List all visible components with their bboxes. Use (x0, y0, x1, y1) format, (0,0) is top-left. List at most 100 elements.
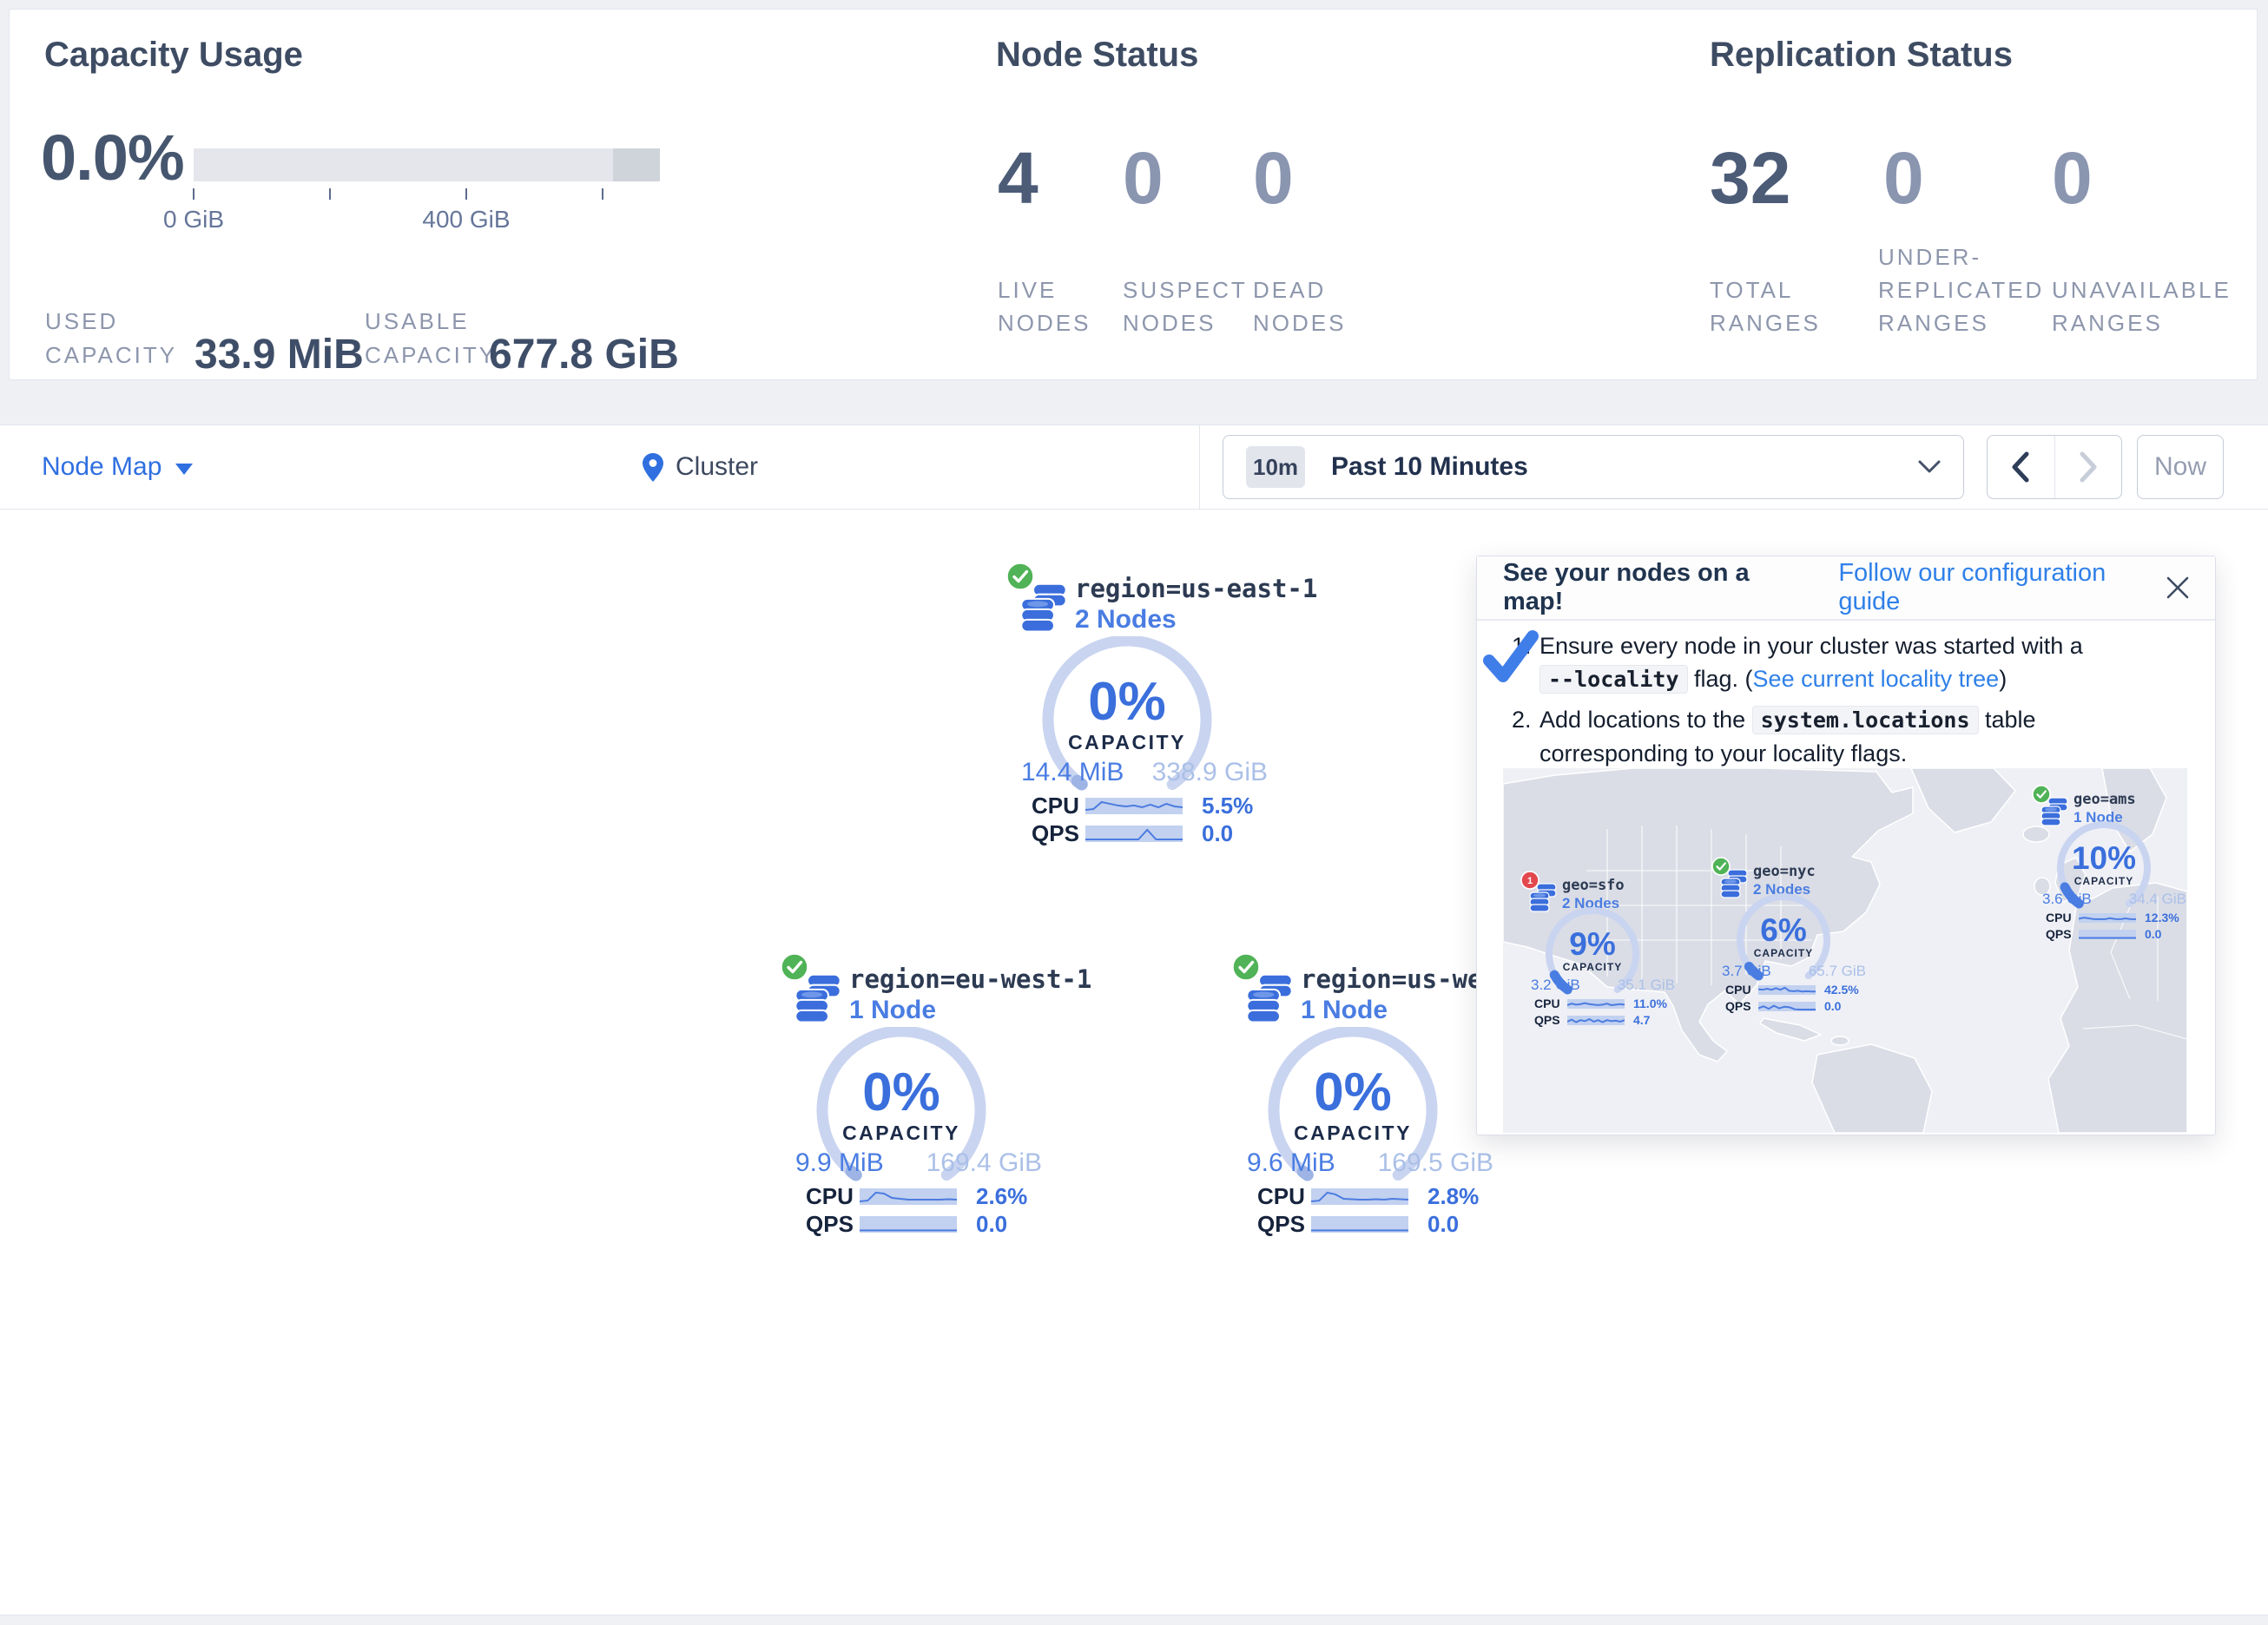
capacity-percent: 10% (2049, 840, 2159, 877)
page-footer-strip (0, 1615, 2268, 1625)
capacity-usage-title: Capacity Usage (44, 36, 303, 75)
close-icon (2166, 576, 2189, 599)
cpu-label: CPU (1534, 997, 1567, 1010)
time-range-label: Past 10 Minutes (1331, 452, 1528, 482)
map-pin-icon (643, 453, 663, 482)
capacity-axis-tick (193, 188, 194, 200)
node-region-label: region=us-east-1 (1075, 574, 1317, 603)
qps-sparkline (860, 1216, 957, 1233)
node-count-link[interactable]: 1 Node (849, 996, 936, 1025)
cpu-value: 2.8% (1427, 1183, 1479, 1210)
used-capacity-value: 3.6 GiB (2042, 891, 2092, 908)
inline-code: --locality (1539, 665, 1688, 694)
qps-sparkline (1758, 1002, 1816, 1011)
configuration-guide-link[interactable]: Follow our configuration guide (1838, 559, 2166, 616)
cpu-sparkline (1758, 985, 1816, 995)
previous-interval-button[interactable] (1988, 436, 2054, 498)
used-capacity-value: 3.7 GiB (1722, 963, 1771, 980)
qps-label: QPS (1257, 1211, 1311, 1238)
qps-label: QPS (1534, 1013, 1567, 1027)
cpu-label: CPU (1257, 1183, 1311, 1210)
used-capacity-label: USED CAPACITY (45, 305, 197, 372)
region-node-card: region=us-east-1 2 Nodes 0% CAPACITY 14.… (999, 560, 1302, 851)
database-icon (1245, 973, 1294, 1025)
capacity-percent: 0% (1256, 1062, 1450, 1123)
region-node-card: 1 geo=sfo 2 Nodes 9% CAPACITY 3.2 GiB 35… (1519, 871, 1692, 1036)
step-done-check-icon (1480, 629, 1543, 687)
chevron-down-icon (1918, 460, 1941, 474)
capacity-axis-label-400: 400 GiB (397, 206, 536, 234)
region-node-card: geo=ams 1 Node 10% CAPACITY 3.6 GiB 34.4… (2030, 785, 2204, 950)
qps-label: QPS (806, 1211, 860, 1238)
qps-sparkline (1085, 826, 1183, 842)
capacity-percent: 6% (1729, 912, 1838, 949)
breadcrumb[interactable]: Cluster (643, 425, 758, 509)
total-capacity-value: 34.4 GiB (2129, 891, 2186, 908)
qps-sparkline (2079, 930, 2136, 939)
capacity-caption: CAPACITY (804, 1122, 999, 1145)
configuration-steps: 1.Ensure every node in your cluster was … (1477, 629, 2215, 777)
node-status-title: Node Status (996, 36, 1198, 75)
total-capacity-value: 65.7 GiB (1809, 963, 1866, 980)
qps-sparkline (1311, 1216, 1408, 1233)
used-capacity-value: 33.9 MiB (194, 331, 364, 378)
qps-value: 0.0 (1427, 1211, 1459, 1238)
database-icon (794, 973, 842, 1025)
total-capacity-value: 169.4 GiB (926, 1148, 1042, 1178)
inline-code: system.locations (1752, 706, 1979, 734)
qps-label: QPS (1032, 820, 1085, 847)
time-range-dropdown[interactable]: 10m Past 10 Minutes (1223, 435, 1964, 499)
live-nodes-value: 4 (998, 136, 1038, 220)
node-count-link[interactable]: 2 Nodes (1075, 605, 1177, 635)
step-text: Ensure every node in your cluster was st… (1539, 633, 2083, 659)
unavailable-ranges-value: 0 (2052, 136, 2093, 220)
next-interval-button[interactable] (2054, 436, 2122, 498)
live-nodes-label: LIVENODES (998, 273, 1091, 339)
cpu-sparkline (1311, 1188, 1408, 1205)
configuration-step: 1.Ensure every node in your cluster was … (1477, 629, 2215, 696)
qps-label: QPS (1725, 999, 1758, 1013)
summary-panel: Capacity Usage 0.0% 0 GiB 400 GiB USED C… (9, 9, 2258, 380)
cpu-label: CPU (1725, 983, 1758, 997)
capacity-percent: 0% (804, 1062, 999, 1123)
used-capacity-value: 9.9 MiB (795, 1148, 884, 1178)
used-capacity-value: 14.4 MiB (1021, 758, 1124, 787)
view-selector-dropdown[interactable]: Node Map (42, 425, 193, 509)
close-button[interactable] (2166, 576, 2189, 599)
cluster-overview-page: { "summary": { "capacity": { "title": "C… (0, 0, 2268, 1625)
dead-nodes-value: 0 (1253, 136, 1294, 220)
chevron-left-icon (2011, 451, 2030, 483)
suspect-nodes-value: 0 (1123, 136, 1164, 220)
capacity-percent: 0% (1030, 671, 1224, 733)
capacity-percent: 9% (1538, 926, 1647, 963)
unavailable-ranges-label: UNAVAILABLERANGES (2052, 273, 2232, 339)
cpu-label: CPU (2046, 911, 2079, 924)
map-configuration-hint-panel: See your nodes on a map! Follow our conf… (1476, 556, 2216, 1135)
locality-tree-link[interactable]: See current locality tree (1753, 666, 2000, 692)
capacity-percent-value: 0.0% (41, 121, 184, 194)
capacity-caption: CAPACITY (1729, 947, 1838, 959)
total-ranges-label: TOTALRANGES (1710, 273, 1821, 339)
usable-capacity-value: 677.8 GiB (489, 331, 679, 378)
total-ranges-value: 32 (1710, 136, 1790, 220)
view-selector-label[interactable]: Node Map (42, 452, 162, 482)
qps-value: 0.0 (1202, 820, 1233, 847)
qps-value: 0.0 (976, 1211, 1007, 1238)
now-button[interactable]: Now (2137, 435, 2224, 499)
hint-panel-title: See your nodes on a map! (1503, 559, 1809, 616)
hint-panel-header: See your nodes on a map! Follow our conf… (1477, 556, 2215, 621)
step-number: 2. (1512, 703, 1532, 736)
used-capacity-value: 9.6 MiB (1247, 1148, 1335, 1178)
cpu-sparkline (1085, 798, 1183, 814)
capacity-caption: CAPACITY (1030, 731, 1224, 754)
cpu-sparkline (1567, 999, 1625, 1009)
step-text: Add locations to the (1539, 707, 1752, 733)
region-node-card: region=eu-west-1 1 Node 0% CAPACITY 9.9 … (773, 951, 1077, 1241)
cpu-value: 5.5% (1202, 793, 1253, 819)
qps-sparkline (1567, 1016, 1625, 1025)
node-count-link[interactable]: 1 Node (1301, 996, 1388, 1025)
chevron-right-icon (2079, 451, 2098, 483)
capacity-caption: CAPACITY (2049, 875, 2159, 887)
capacity-bar-reserved-segment (613, 148, 660, 181)
cpu-value: 42.5% (1824, 983, 1859, 997)
